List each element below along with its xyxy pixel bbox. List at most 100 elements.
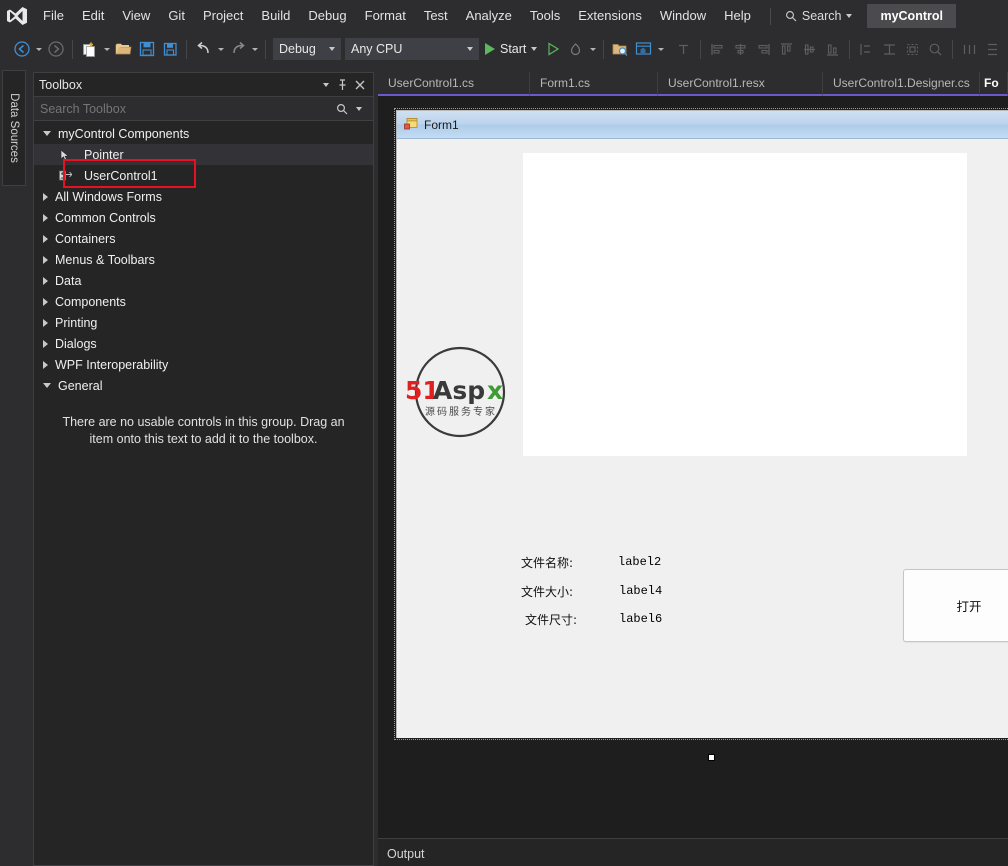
label-dimensions-caption: 文件尺寸: (525, 611, 577, 628)
find-in-files-icon[interactable] (609, 37, 632, 61)
new-item-dropdown[interactable] (101, 37, 112, 61)
toolbar-divider-5 (700, 39, 702, 59)
toolbox-group-containers[interactable]: Containers (34, 228, 373, 249)
open-button[interactable]: 打开 (903, 569, 1008, 642)
toolbox-group-common-controls[interactable]: Common Controls (34, 207, 373, 228)
pointer-icon (56, 148, 74, 161)
align-rights-icon[interactable] (752, 37, 775, 61)
undo-icon[interactable] (192, 37, 215, 61)
tab-usercontrol1-resx[interactable]: UserControl1.resx (658, 72, 823, 96)
navigate-backward-icon[interactable] (10, 37, 33, 61)
menu-git[interactable]: Git (159, 4, 194, 28)
menu-file[interactable]: File (34, 4, 73, 28)
menu-edit[interactable]: Edit (73, 4, 113, 28)
toolbox-group-mycontrol-components[interactable]: myControl Components (34, 123, 373, 144)
document-tab-bar: UserControl1.cs Form1.cs UserControl1.re… (378, 72, 1008, 96)
output-tab[interactable]: Output (378, 843, 434, 865)
svg-text:源码服务专家: 源码服务专家 (425, 405, 497, 418)
start-debug-button[interactable]: Start (481, 42, 541, 56)
solution-platform-combo[interactable]: Any CPU (345, 38, 479, 60)
group-label: General (58, 378, 103, 393)
search-icon[interactable] (333, 100, 350, 117)
save-icon[interactable] (135, 37, 158, 61)
menu-analyze[interactable]: Analyze (457, 4, 521, 28)
redo-icon[interactable] (226, 37, 249, 61)
align-centers-icon[interactable] (729, 37, 752, 61)
save-all-icon[interactable] (158, 37, 181, 61)
toolbox-group-all-windows-forms[interactable]: All Windows Forms (34, 186, 373, 207)
align-bottoms-icon[interactable] (821, 37, 844, 61)
form-designer-surface[interactable]: Form1 51 Asp x 源码服务专家 文件名称: label2 文件大小:… (378, 96, 1008, 838)
form1-design-window[interactable]: Form1 51 Asp x 源码服务专家 文件名称: label2 文件大小:… (394, 108, 1008, 761)
group-label: Printing (55, 315, 98, 330)
properties-window-icon[interactable] (632, 37, 655, 61)
menu-test[interactable]: Test (415, 4, 457, 28)
label6-text[interactable]: label6 (619, 612, 662, 626)
size-to-grid-icon[interactable] (901, 37, 924, 61)
label2-text[interactable]: label2 (618, 555, 661, 569)
start-label: Start (500, 42, 527, 56)
menu-window[interactable]: Window (651, 4, 715, 28)
toolbox-group-data[interactable]: Data (34, 270, 373, 291)
menu-debug[interactable]: Debug (299, 4, 355, 28)
properties-dropdown[interactable] (655, 37, 666, 61)
toolbox-item-pointer[interactable]: Pointer (34, 144, 373, 165)
toolbox-group-printing[interactable]: Printing (34, 312, 373, 333)
project-chip[interactable]: myControl (867, 4, 956, 28)
make-same-width-icon[interactable] (855, 37, 878, 61)
search-options-chevron-down-icon[interactable] (350, 100, 367, 117)
label-dimensions-caption-text: 文件尺寸: (525, 613, 578, 627)
navigate-forward-icon[interactable] (44, 37, 67, 61)
vertical-spacing-icon[interactable] (981, 37, 1004, 61)
menu-project[interactable]: Project (194, 4, 252, 28)
toolbox-item-usercontrol1[interactable]: UserControl1 (34, 165, 373, 186)
solution-configuration-combo[interactable]: Debug (273, 38, 341, 60)
toolbox-group-menus-toolbars[interactable]: Menus & Toolbars (34, 249, 373, 270)
open-folder-icon[interactable] (112, 37, 135, 61)
group-label: Components (55, 294, 126, 309)
tab-form1-cs[interactable]: Form1.cs (530, 72, 658, 96)
toolbox-group-wpf-interoperability[interactable]: WPF Interoperability (34, 354, 373, 375)
undo-dropdown[interactable] (215, 37, 226, 61)
label-filename-value: label2 (618, 554, 661, 569)
tab-usercontrol1-cs[interactable]: UserControl1.cs (378, 72, 530, 96)
toolbox-group-general[interactable]: General (34, 375, 373, 396)
menu-help[interactable]: Help (715, 4, 760, 28)
toolbox-window-menu-icon[interactable] (317, 76, 334, 93)
toolbox-group-components[interactable]: Components (34, 291, 373, 312)
search-input[interactable] (40, 101, 333, 116)
menu-build[interactable]: Build (252, 4, 299, 28)
label4-text[interactable]: label4 (619, 584, 662, 598)
tab-order-icon[interactable] (672, 37, 695, 61)
data-sources-tab[interactable]: Data Sources (2, 70, 26, 186)
horizontal-spacing-icon[interactable] (958, 37, 981, 61)
label-filesize-caption-text: 文件大小: (521, 585, 574, 599)
pin-icon[interactable] (334, 76, 351, 93)
tab-form1-designer-active[interactable]: Fo (980, 72, 1008, 96)
hot-reload-icon[interactable] (564, 37, 587, 61)
new-item-icon[interactable] (78, 37, 101, 61)
navigate-backward-dropdown[interactable] (33, 37, 44, 61)
start-without-debugging-icon[interactable] (541, 37, 564, 61)
global-search[interactable]: Search (779, 6, 859, 26)
align-lefts-icon[interactable] (706, 37, 729, 61)
toolbox-panel: Toolbox Search Toolbox myControl Compone… (33, 72, 374, 866)
tab-usercontrol1-designer-cs[interactable]: UserControl1.Designer.cs (823, 72, 980, 96)
picturebox-control[interactable] (523, 153, 967, 456)
hot-reload-dropdown[interactable] (587, 37, 598, 61)
chevron-right-icon (43, 213, 48, 222)
toolbox-group-dialogs[interactable]: Dialogs (34, 333, 373, 354)
menu-view[interactable]: View (113, 4, 159, 28)
zoom-icon[interactable] (924, 37, 947, 61)
align-tops-icon[interactable] (775, 37, 798, 61)
label-filesize-value: label4 (619, 583, 662, 598)
menu-tools[interactable]: Tools (521, 4, 569, 28)
align-middles-icon[interactable] (798, 37, 821, 61)
make-same-height-icon[interactable] (878, 37, 901, 61)
bottom-center-sizer-handle[interactable] (708, 754, 715, 761)
close-icon[interactable] (351, 76, 368, 93)
menu-extensions[interactable]: Extensions (569, 4, 651, 28)
menu-format[interactable]: Format (356, 4, 415, 28)
redo-dropdown[interactable] (249, 37, 260, 61)
form1-client-area[interactable]: 51 Asp x 源码服务专家 文件名称: label2 文件大小: label… (397, 139, 1008, 738)
